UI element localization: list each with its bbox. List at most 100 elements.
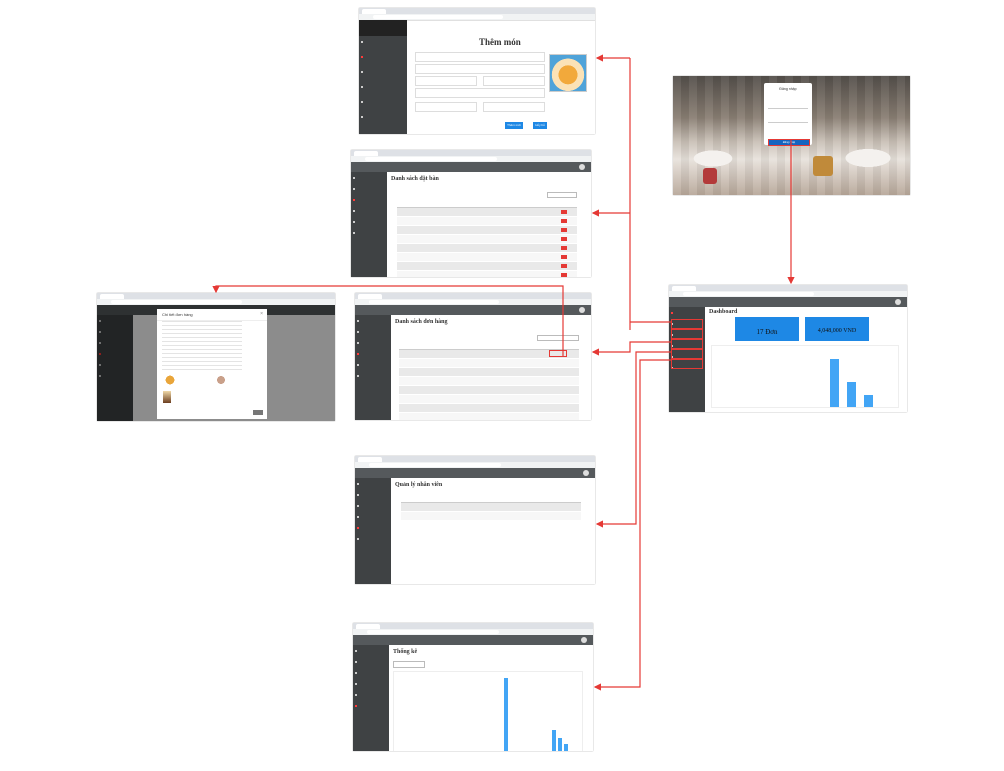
chart-area	[711, 345, 899, 408]
table	[401, 496, 581, 521]
close-button[interactable]	[253, 410, 263, 415]
delete-button[interactable]	[561, 264, 567, 268]
submit-button[interactable]: Thêm mới	[505, 122, 523, 129]
arrow-to-stats	[593, 359, 672, 691]
sidebar-item[interactable]	[355, 361, 391, 370]
sidebar-item-active[interactable]	[351, 196, 387, 205]
chair	[813, 156, 833, 176]
avatar[interactable]	[895, 299, 901, 305]
sidebar-item[interactable]	[353, 669, 389, 678]
sidebar-highlight-box	[671, 359, 703, 369]
sidebar-item-active[interactable]	[355, 350, 391, 359]
form-field[interactable]	[415, 102, 477, 112]
sidebar-item[interactable]	[355, 491, 391, 500]
screen-dashboard: Dashboard 17 Đơn 4,048,000 VND	[669, 285, 907, 412]
orders-card: 17 Đơn	[735, 317, 799, 341]
form-field[interactable]	[415, 76, 477, 86]
page-title: Thống kê	[393, 649, 418, 655]
login-title: Đăng nhập	[779, 87, 797, 91]
table-row	[399, 413, 579, 420]
topbar	[669, 297, 907, 307]
chart-bar	[564, 744, 568, 751]
sidebar-item[interactable]	[355, 535, 391, 544]
table-row	[399, 386, 579, 395]
sidebar-item[interactable]	[353, 680, 389, 689]
login-card: Đăng nhập Đăng nhập	[764, 83, 812, 146]
table-row	[397, 208, 577, 217]
sidebar-item-active[interactable]	[359, 53, 407, 66]
sidebar-item[interactable]	[359, 113, 407, 126]
page-title: Danh sách đặt bàn	[391, 176, 439, 182]
delete-button[interactable]	[561, 237, 567, 241]
sidebar-item-active[interactable]	[353, 702, 389, 711]
search-input[interactable]	[537, 335, 579, 341]
table-row	[397, 226, 577, 235]
sidebar-item[interactable]	[355, 317, 391, 326]
sidebar-item[interactable]	[351, 185, 387, 194]
chart-bar	[504, 678, 508, 751]
highlighted-detail-link[interactable]	[549, 350, 567, 357]
table-row	[399, 368, 579, 377]
cancel-button[interactable]: Hủy bỏ	[533, 122, 547, 129]
sidebar-item[interactable]	[353, 658, 389, 667]
dish-thumb	[163, 391, 171, 403]
avatar[interactable]	[579, 307, 585, 313]
page-title: Thêm món	[479, 37, 521, 47]
table	[397, 200, 577, 277]
sidebar-item[interactable]	[351, 218, 387, 227]
form-field[interactable]	[415, 64, 545, 74]
delete-button[interactable]	[561, 255, 567, 259]
sidebar-item[interactable]	[351, 229, 387, 238]
delete-button[interactable]	[561, 219, 567, 223]
topbar	[351, 162, 591, 172]
sidebar-item[interactable]	[355, 328, 391, 337]
form-field[interactable]	[415, 52, 545, 62]
table-row	[397, 235, 577, 244]
sidebar-item[interactable]	[359, 83, 407, 96]
form-field[interactable]	[483, 76, 545, 86]
table-row	[399, 359, 579, 368]
sidebar-item[interactable]	[355, 513, 391, 522]
modal-close-icon[interactable]: ×	[260, 311, 263, 317]
form-field[interactable]	[415, 88, 545, 98]
delete-button[interactable]	[561, 246, 567, 250]
sidebar	[355, 478, 391, 584]
username-input[interactable]	[768, 103, 808, 109]
password-input[interactable]	[768, 117, 808, 123]
sidebar-item[interactable]	[351, 174, 387, 183]
sidebar-item[interactable]	[351, 207, 387, 216]
avatar[interactable]	[581, 637, 587, 643]
delete-button[interactable]	[561, 273, 567, 277]
sidebar-item[interactable]	[353, 691, 389, 700]
table-row	[397, 217, 577, 226]
sidebar-item[interactable]	[359, 68, 407, 81]
search-input[interactable]	[547, 192, 577, 198]
sidebar-item[interactable]	[359, 98, 407, 111]
table-row	[399, 404, 579, 413]
avatar[interactable]	[583, 470, 589, 476]
delete-button[interactable]	[561, 228, 567, 232]
sidebar-item[interactable]	[359, 38, 407, 51]
sidebar-item[interactable]	[355, 480, 391, 489]
page-title: Quản lý nhân viên	[395, 482, 443, 488]
sidebar-item[interactable]	[355, 372, 391, 381]
revenue-card: 4,048,000 VND	[805, 317, 869, 341]
topbar	[355, 468, 595, 478]
filter-select[interactable]	[393, 661, 425, 668]
table-row	[399, 350, 579, 359]
chart-bar	[558, 738, 562, 751]
login-button[interactable]: Đăng nhập	[768, 139, 810, 146]
avatar[interactable]	[579, 164, 585, 170]
delete-button[interactable]	[561, 210, 567, 214]
form-field[interactable]	[483, 102, 545, 112]
chart-area	[393, 671, 583, 751]
sidebar	[355, 315, 391, 420]
sidebar-item[interactable]	[355, 339, 391, 348]
sidebar-item-active[interactable]	[355, 524, 391, 533]
sidebar-item-active[interactable]	[669, 309, 705, 318]
table-row	[397, 253, 577, 262]
sidebar-highlight-box	[671, 319, 703, 329]
sidebar-item[interactable]	[353, 647, 389, 656]
screen-login: Đăng nhập Đăng nhập	[673, 76, 910, 195]
sidebar-item[interactable]	[355, 502, 391, 511]
